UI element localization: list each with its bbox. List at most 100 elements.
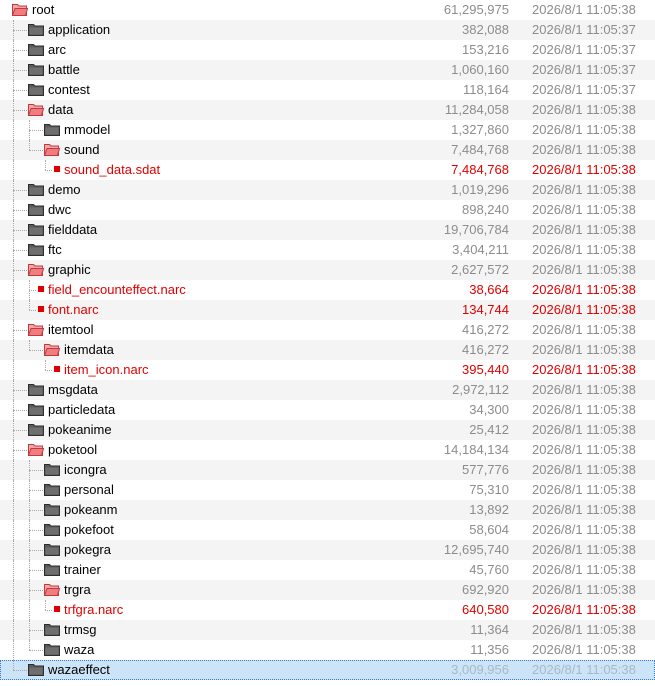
folder-icon[interactable]: [44, 483, 60, 497]
folder-icon[interactable]: [28, 203, 44, 217]
item-name: contest: [48, 82, 90, 97]
folder-icon[interactable]: [28, 223, 44, 237]
tree-row-folder[interactable]: pokeanm 13,892 2026/8/1 11:05:38: [0, 500, 655, 520]
item-name: demo: [48, 182, 81, 197]
folder-icon[interactable]: [44, 623, 60, 637]
folder-open-icon[interactable]: [27, 323, 45, 337]
tree-guide-line: [13, 620, 14, 640]
tree-row-folder[interactable]: root 61,295,975 2026/8/1 11:05:38: [0, 0, 655, 20]
folder-icon[interactable]: [44, 123, 60, 137]
item-name: pokeanm: [64, 502, 118, 517]
tree-row-folder[interactable]: trainer 45,760 2026/8/1 11:05:38: [0, 560, 655, 580]
tree-guide-line: [13, 160, 14, 180]
item-name: particledata: [48, 402, 116, 417]
tree-row-folder[interactable]: trgra 692,920 2026/8/1 11:05:38: [0, 580, 655, 600]
folder-open-icon[interactable]: [43, 143, 61, 157]
tree-row-folder[interactable]: ftc 3,404,211 2026/8/1 11:05:38: [0, 240, 655, 260]
tree-row-folder[interactable]: pokefoot 58,604 2026/8/1 11:05:38: [0, 520, 655, 540]
tree-guide-line: [45, 360, 46, 370]
tree-guide-line: [45, 160, 46, 170]
tree-guide-line: [29, 630, 43, 631]
tree-row-folder[interactable]: trmsg 11,364 2026/8/1 11:05:38: [0, 620, 655, 640]
folder-open-icon[interactable]: [27, 263, 45, 277]
tree-guide-line: [13, 300, 14, 320]
folder-icon[interactable]: [44, 543, 60, 557]
folder-icon[interactable]: [28, 403, 44, 417]
item-size: 577,776: [462, 462, 509, 477]
folder-icon[interactable]: [28, 663, 44, 677]
tree-row-folder[interactable]: wazaeffect 3,009,956 2026/8/1 11:05:38: [0, 660, 655, 680]
tree-guide-line: [29, 470, 43, 471]
tree-guide-line: [29, 600, 30, 620]
tree-row-folder[interactable]: data 11,284,058 2026/8/1 11:05:38: [0, 100, 655, 120]
folder-icon[interactable]: [44, 463, 60, 477]
folder-icon[interactable]: [28, 23, 44, 37]
folder-open-icon[interactable]: [27, 443, 45, 457]
file-icon[interactable]: [38, 286, 44, 292]
folder-open-icon[interactable]: [43, 583, 61, 597]
item-name: mmodel: [64, 122, 111, 137]
tree-row-folder[interactable]: fielddata 19,706,784 2026/8/1 11:05:38: [0, 220, 655, 240]
item-date: 2026/8/1 11:05:38: [532, 382, 636, 397]
folder-icon[interactable]: [28, 83, 44, 97]
item-size: 3,404,211: [452, 242, 509, 257]
tree-row-folder[interactable]: pokegra 12,695,740 2026/8/1 11:05:38: [0, 540, 655, 560]
tree-row-folder[interactable]: mmodel 1,327,860 2026/8/1 11:05:38: [0, 120, 655, 140]
folder-icon[interactable]: [28, 63, 44, 77]
tree-guide-line: [29, 150, 43, 151]
item-name: dwc: [48, 202, 72, 217]
item-name: trgra: [64, 582, 91, 597]
folder-icon[interactable]: [44, 523, 60, 537]
tree-row-folder[interactable]: demo 1,019,296 2026/8/1 11:05:38: [0, 180, 655, 200]
folder-open-icon[interactable]: [43, 343, 61, 357]
item-size: 2,627,572: [451, 262, 509, 277]
tree-row-folder[interactable]: waza 11,356 2026/8/1 11:05:38: [0, 640, 655, 660]
tree-row-folder[interactable]: particledata 34,300 2026/8/1 11:05:38: [0, 400, 655, 420]
tree-row-folder[interactable]: arc 153,216 2026/8/1 11:05:37: [0, 40, 655, 60]
tree-row-folder[interactable]: contest 118,164 2026/8/1 11:05:37: [0, 80, 655, 100]
item-size: 395,440: [462, 362, 509, 377]
tree-row-folder[interactable]: itemtool 416,272 2026/8/1 11:05:38: [0, 320, 655, 340]
item-date: 2026/8/1 11:05:38: [532, 242, 636, 257]
file-icon[interactable]: [54, 606, 60, 612]
tree-row-folder[interactable]: icongra 577,776 2026/8/1 11:05:38: [0, 460, 655, 480]
tree-row-folder[interactable]: msgdata 2,972,112 2026/8/1 11:05:38: [0, 380, 655, 400]
tree-row-folder[interactable]: pokeanime 25,412 2026/8/1 11:05:38: [0, 420, 655, 440]
file-icon[interactable]: [54, 366, 60, 372]
tree-row-file[interactable]: sound_data.sdat 7,484,768 2026/8/1 11:05:3…: [0, 160, 655, 180]
item-name: field_encounteffect.narc: [48, 282, 186, 297]
folder-open-icon[interactable]: [27, 103, 45, 117]
file-icon[interactable]: [54, 166, 60, 172]
folder-icon[interactable]: [28, 243, 44, 257]
folder-icon[interactable]: [44, 563, 60, 577]
tree-guide-line: [13, 50, 27, 51]
folder-icon[interactable]: [28, 43, 44, 57]
tree-guide-line: [29, 640, 30, 650]
tree-row-folder[interactable]: poketool 14,184,134 2026/8/1 11:05:38: [0, 440, 655, 460]
item-date: 2026/8/1 11:05:38: [532, 642, 636, 657]
folder-open-icon[interactable]: [11, 3, 29, 17]
tree-row-file[interactable]: trfgra.narc 640,580 2026/8/1 11:05:38: [0, 600, 655, 620]
folder-icon[interactable]: [28, 383, 44, 397]
tree-row-folder[interactable]: itemdata 416,272 2026/8/1 11:05:38: [0, 340, 655, 360]
tree-row-folder[interactable]: application 382,088 2026/8/1 11:05:37: [0, 20, 655, 40]
tree-row-file[interactable]: font.narc 134,744 2026/8/1 11:05:38: [0, 300, 655, 320]
item-date: 2026/8/1 11:05:37: [532, 82, 636, 97]
item-date: 2026/8/1 11:05:38: [532, 422, 636, 437]
tree-row-file[interactable]: item_icon.narc 395,440 2026/8/1 11:05:38: [0, 360, 655, 380]
folder-icon[interactable]: [44, 503, 60, 517]
folder-icon[interactable]: [28, 423, 44, 437]
tree-guide-line: [13, 110, 27, 111]
tree-row-folder[interactable]: dwc 898,240 2026/8/1 11:05:38: [0, 200, 655, 220]
folder-icon[interactable]: [28, 183, 44, 197]
folder-icon[interactable]: [44, 643, 60, 657]
tree-guide-line: [13, 670, 27, 671]
tree-row-file[interactable]: field_encounteffect.narc 38,664 2026/8/1 1…: [0, 280, 655, 300]
item-name: trainer: [64, 562, 101, 577]
file-icon[interactable]: [38, 306, 44, 312]
tree-guide-line: [13, 450, 27, 451]
tree-row-folder[interactable]: personal 75,310 2026/8/1 11:05:38: [0, 480, 655, 500]
tree-row-folder[interactable]: graphic 2,627,572 2026/8/1 11:05:38: [0, 260, 655, 280]
tree-row-folder[interactable]: sound 7,484,768 2026/8/1 11:05:38: [0, 140, 655, 160]
tree-row-folder[interactable]: battle 1,060,160 2026/8/1 11:05:37: [0, 60, 655, 80]
